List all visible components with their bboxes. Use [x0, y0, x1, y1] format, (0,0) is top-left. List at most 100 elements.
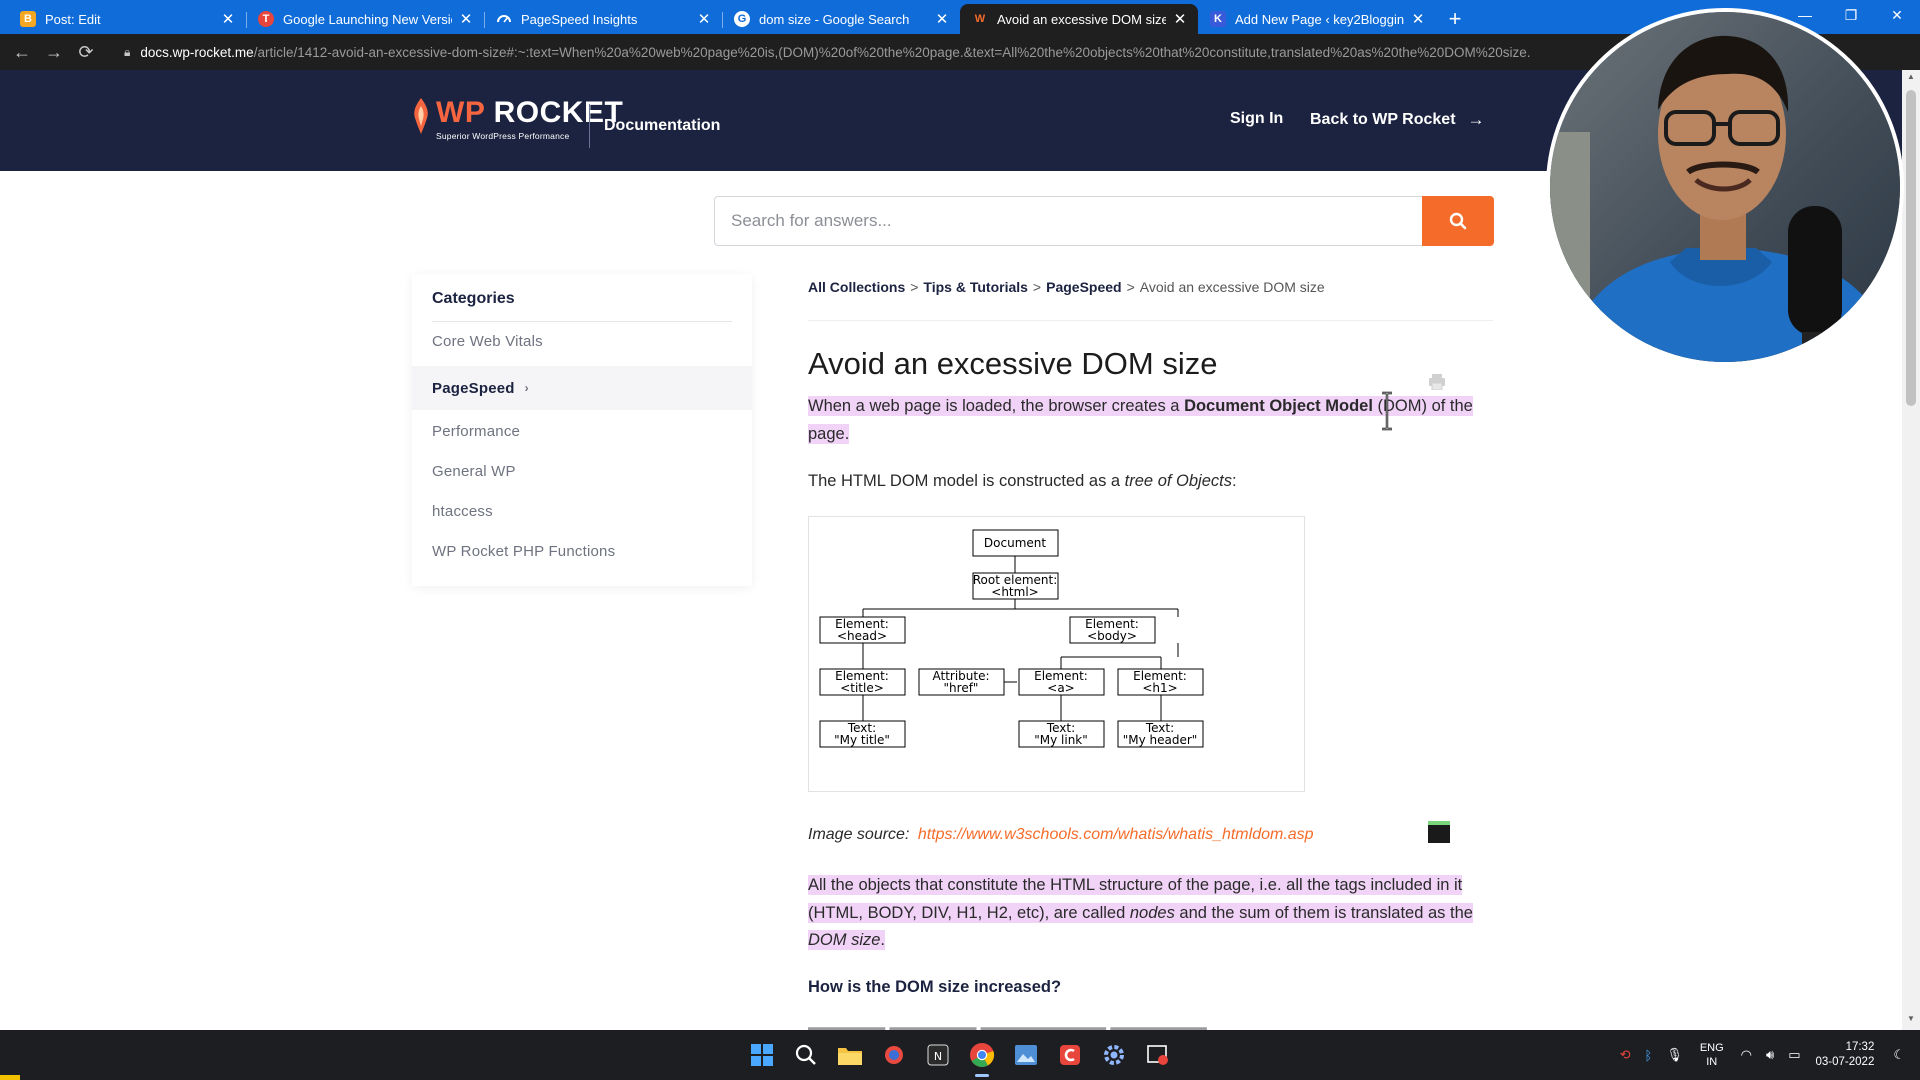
blogger-favicon-icon: B: [20, 11, 36, 27]
dom-tree-diagram: Document Root element: <html> Element: <…: [819, 529, 1204, 748]
image-caption: Image source: https://www.w3schools.com/…: [808, 826, 1314, 843]
start-menu-icon[interactable]: [746, 1039, 778, 1071]
browser-tab[interactable]: G dom size - Google Search ✕: [722, 4, 960, 34]
scroll-down-icon[interactable]: ▼: [1902, 1014, 1920, 1028]
sync-icon[interactable]: ⟲: [1620, 1047, 1631, 1063]
search-input[interactable]: [714, 196, 1422, 246]
address-bar[interactable]: 🔒︎ docs.wp-rocket.me/article/1412-avoid-…: [114, 37, 1794, 67]
node-label: "My header": [1123, 733, 1198, 747]
clipped-text-line: ━━━━━━━━ ━━━━━━━━━ ━━━━━━━━━━━━━ ━━━━━━━…: [808, 1021, 1207, 1030]
clock[interactable]: 17:32 03-07-2022: [1816, 1040, 1875, 1070]
pagespeed-favicon-icon: [496, 11, 512, 27]
volume-icon[interactable]: 🔊︎: [1766, 1047, 1774, 1063]
settings-gear-icon[interactable]: [1098, 1039, 1130, 1071]
wifi-icon[interactable]: ◠: [1741, 1047, 1752, 1063]
close-tab-icon[interactable]: ✕: [1172, 10, 1188, 28]
restore-icon[interactable]: ❐: [1828, 0, 1874, 30]
wp-rocket-logo[interactable]: WP ROCKET Superior WordPress Performance: [412, 98, 623, 141]
page-title: Avoid an excessive DOM size: [808, 346, 1218, 381]
forward-arrow-icon[interactable]: →: [38, 36, 70, 68]
scrollbar-thumb[interactable]: [1906, 90, 1916, 406]
dom-tree-figure: Document Root element: <html> Element: <…: [808, 516, 1305, 792]
search-icon: [1449, 212, 1467, 230]
chevron-right-icon: ›: [524, 381, 529, 395]
overlay-corner-mark: [0, 1075, 20, 1080]
scroll-up-icon[interactable]: ▲: [1902, 72, 1920, 86]
node-label: "My title": [834, 733, 890, 747]
node-label: "href": [944, 681, 979, 695]
sidebar-item-performance[interactable]: Performance: [412, 411, 752, 451]
breadcrumb-all-collections[interactable]: All Collections: [808, 279, 905, 295]
image-source-link[interactable]: https://www.w3schools.com/whatis/whatis_…: [918, 826, 1314, 843]
tab-title: Post: Edit: [45, 11, 101, 27]
bluetooth-icon[interactable]: ᛒ: [1645, 1048, 1653, 1063]
os-taskbar: N ⟲ ᛒ 🎙︎ ENG IN ◠ 🔊︎ ▭ 17:32 03-07-2022 …: [0, 1030, 1920, 1080]
close-tab-icon[interactable]: ✕: [934, 10, 950, 28]
browser-tab[interactable]: PageSpeed Insights ✕: [484, 4, 722, 34]
screen: B Post: Edit ✕ T Google Launching New Ve…: [0, 0, 1920, 1080]
arrow-right-icon: →: [1467, 110, 1485, 129]
sign-in-link[interactable]: Sign In: [1230, 110, 1283, 128]
back-arrow-icon[interactable]: ←: [6, 36, 38, 68]
snipping-tool-icon[interactable]: [1142, 1039, 1174, 1071]
rocket-flame-icon: [414, 98, 428, 134]
categories-heading: Categories: [432, 290, 515, 307]
lock-icon: 🔒︎: [124, 44, 131, 59]
video-editor-icon[interactable]: [1054, 1039, 1086, 1071]
photos-icon[interactable]: [1010, 1039, 1042, 1071]
sidebar-item-core-web-vitals[interactable]: Core Web Vitals: [412, 321, 752, 361]
breadcrumb-pagespeed[interactable]: PageSpeed: [1046, 279, 1121, 295]
back-link-label: Back to WP Rocket: [1310, 111, 1456, 128]
close-tab-icon[interactable]: ✕: [696, 10, 712, 28]
close-tab-icon[interactable]: ✕: [1410, 10, 1426, 28]
documentation-link[interactable]: Documentation: [604, 117, 720, 135]
browser-tab-strip: B Post: Edit ✕ T Google Launching New Ve…: [0, 0, 1920, 34]
tab-title: PageSpeed Insights: [521, 11, 638, 27]
url-host: docs.wp-rocket.me: [140, 44, 254, 60]
search-taskbar-icon[interactable]: [790, 1039, 822, 1071]
microphone-icon[interactable]: 🎙︎: [1666, 1047, 1683, 1063]
search-button[interactable]: [1422, 196, 1494, 246]
battery-icon[interactable]: ▭: [1788, 1047, 1800, 1063]
close-tab-icon[interactable]: ✕: [458, 10, 474, 28]
breadcrumb-tips-tutorials[interactable]: Tips & Tutorials: [923, 279, 1028, 295]
notifications-icon[interactable]: ☾: [1893, 1047, 1905, 1063]
clock-date: 03-07-2022: [1815, 1056, 1875, 1068]
sidebar-item-htaccess[interactable]: htaccess: [412, 491, 752, 531]
browser-tab[interactable]: K Add New Page ‹ key2Blogging — ✕: [1198, 4, 1436, 34]
new-tab-button[interactable]: +: [1440, 4, 1470, 34]
sidebar-item-wp-rocket-php-functions[interactable]: WP Rocket PHP Functions: [412, 531, 752, 571]
language-indicator[interactable]: ENG IN: [1700, 1041, 1724, 1069]
reload-icon[interactable]: ⟳: [70, 36, 102, 68]
webcam-overlay: [1546, 8, 1904, 366]
browser-tab[interactable]: B Post: Edit ✕: [8, 4, 246, 34]
header-divider: [589, 104, 590, 148]
notepad-icon[interactable]: N: [922, 1039, 954, 1071]
breadcrumb: All Collections > Tips & Tutorials > PageSpe…: [808, 279, 1325, 295]
breadcrumb-divider: [808, 320, 1493, 321]
page-scrollbar[interactable]: ▲ ▼: [1902, 70, 1920, 1030]
sidebar-item-label: PageSpeed: [432, 379, 515, 397]
url-path: /article/1412-avoid-an-excessive-dom-siz…: [253, 44, 1531, 60]
breadcrumb-current: Avoid an excessive DOM size: [1139, 279, 1325, 295]
sidebar-item-general-wp[interactable]: General WP: [412, 451, 752, 491]
node-label: <h1>: [1142, 681, 1177, 695]
back-to-wp-rocket-link[interactable]: Back to WP Rocket →: [1310, 110, 1485, 130]
floating-widget-icon[interactable]: [1428, 821, 1450, 843]
file-explorer-icon[interactable]: [834, 1039, 866, 1071]
node-label: <html>: [991, 585, 1038, 599]
print-icon[interactable]: [1428, 374, 1446, 390]
key2blogging-favicon-icon: K: [1210, 11, 1226, 27]
search-bar: [714, 196, 1494, 246]
node-label: <head>: [837, 629, 887, 643]
tab-title: Add New Page ‹ key2Blogging —: [1235, 11, 1404, 27]
close-window-icon[interactable]: ✕: [1874, 0, 1920, 30]
app-icon[interactable]: [878, 1039, 910, 1071]
chrome-icon[interactable]: [966, 1039, 998, 1071]
tree-paragraph: The HTML DOM model is constructed as a t…: [808, 472, 1237, 490]
close-tab-icon[interactable]: ✕: [220, 10, 236, 28]
sidebar-item-pagespeed[interactable]: PageSpeed ›: [412, 366, 752, 410]
browser-tab-active[interactable]: W Avoid an excessive DOM size - W ✕: [960, 4, 1198, 34]
browser-tab[interactable]: T Google Launching New Version C ✕: [246, 4, 484, 34]
sidebar-item-label: Performance: [432, 422, 521, 440]
